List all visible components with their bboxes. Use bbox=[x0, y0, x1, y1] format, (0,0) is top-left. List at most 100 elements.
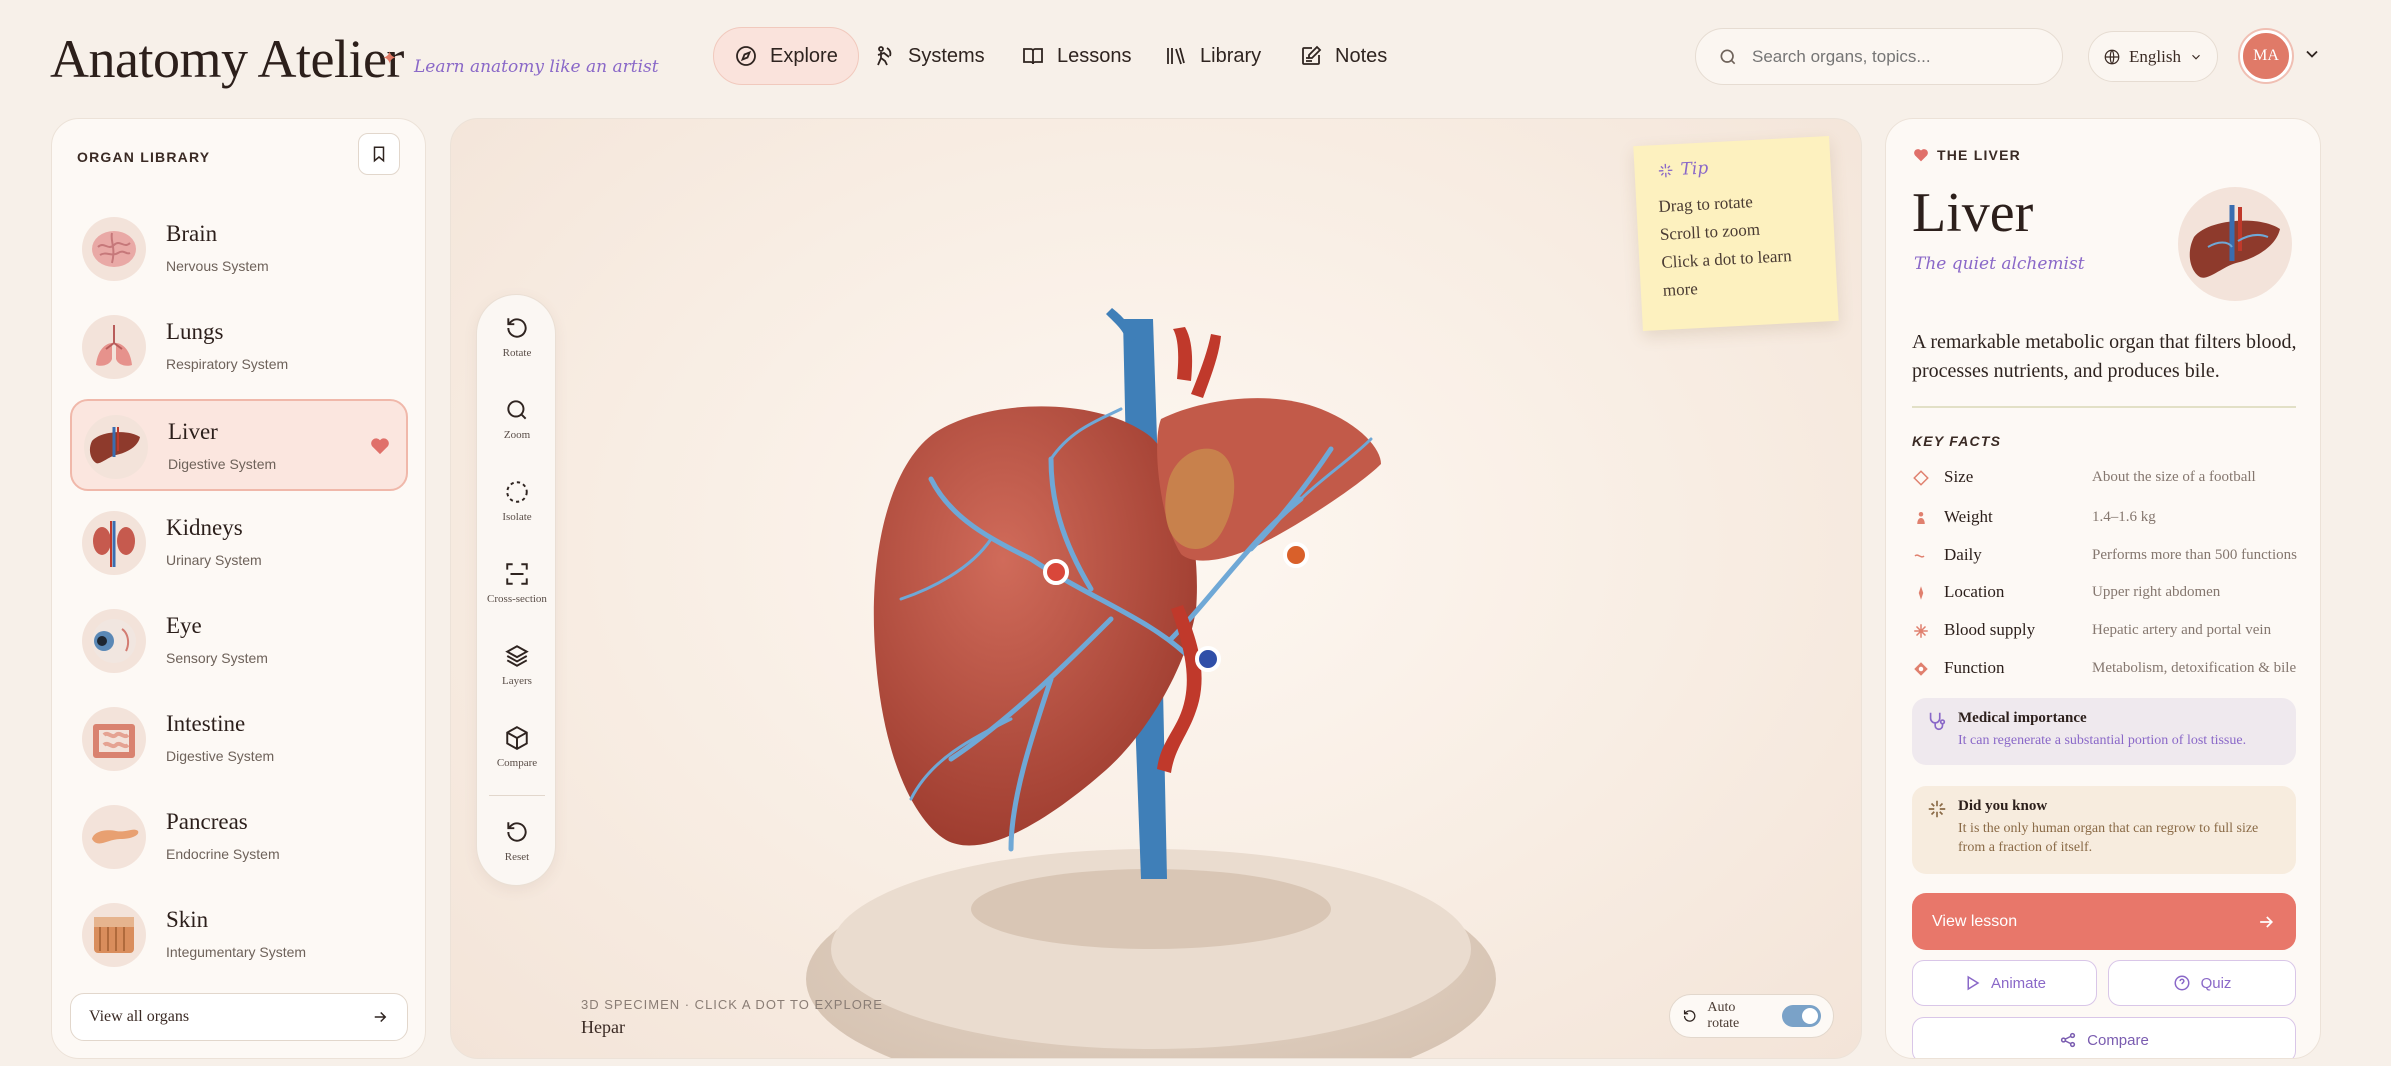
body-icon bbox=[877, 46, 892, 66]
cube-icon bbox=[506, 726, 528, 750]
specimen-name: Hepar bbox=[581, 1017, 625, 1037]
play-icon bbox=[1967, 975, 1980, 991]
chevron-down-icon[interactable] bbox=[2302, 44, 2322, 64]
pin-icon bbox=[1918, 586, 1924, 600]
quiz-label: Quiz bbox=[2200, 974, 2232, 992]
fact-value: 1.4–1.6 kg bbox=[2092, 509, 2156, 525]
tool-label: Cross-section bbox=[487, 593, 547, 605]
header: Anatomy Atelier ✦ Learn anatomy like an … bbox=[0, 0, 2391, 115]
hotspot-blue[interactable] bbox=[1195, 646, 1221, 672]
rotate-icon bbox=[507, 318, 527, 338]
tip-lines: Drag to rotate Scroll to zoom Click a do… bbox=[1658, 185, 1816, 305]
nav-label: Notes bbox=[1335, 44, 1388, 67]
fact-key: Blood supply bbox=[1944, 620, 2036, 639]
view-all-organs-button[interactable]: View all organs bbox=[70, 993, 408, 1041]
organ-item-skin[interactable]: Skin Integumentary System bbox=[70, 889, 408, 981]
organ-system: Respiratory System bbox=[166, 356, 289, 372]
callout-title: Medical importance bbox=[1958, 710, 2087, 726]
key-facts-title: KEY FACTS bbox=[1912, 433, 2002, 449]
organ-item-kidneys[interactable]: Kidneys Urinary System bbox=[70, 497, 408, 589]
tool-compare[interactable]: Compare bbox=[477, 707, 557, 787]
quiz-button[interactable]: Quiz bbox=[2108, 960, 2296, 1006]
compass-icon bbox=[736, 46, 756, 66]
animate-label: Animate bbox=[1990, 974, 2047, 992]
organ-detail-panel: THE LIVER Liver The quiet alchemist A re… bbox=[1885, 118, 2321, 1059]
organ-item-lungs[interactable]: Lungs Respiratory System bbox=[70, 301, 408, 393]
blood-drop-icon bbox=[1914, 624, 1928, 638]
toolbar-divider bbox=[489, 795, 545, 796]
nav-systems[interactable]: Systems bbox=[852, 27, 1005, 85]
compare-label: Compare bbox=[2087, 1031, 2149, 1049]
auto-rotate-toggle[interactable] bbox=[1782, 1005, 1821, 1027]
nav-lessons[interactable]: Lessons bbox=[1001, 27, 1152, 85]
tip-note: Tip Drag to rotate Scroll to zoom Click … bbox=[1633, 135, 1839, 332]
tip-title: Tip bbox=[1656, 153, 1809, 181]
organ-system: Integumentary System bbox=[166, 944, 307, 960]
eyebrow-text: THE LIVER bbox=[1937, 147, 2021, 163]
fact-key: Daily bbox=[1944, 545, 1982, 564]
fact-blood-supply: Blood supply Hepatic artery and portal v… bbox=[1912, 617, 2302, 647]
organ-item-pancreas[interactable]: Pancreas Endocrine System bbox=[70, 791, 408, 883]
organ-item-liver[interactable]: Liver Digestive System bbox=[70, 399, 408, 491]
avatar-initials: MA bbox=[2253, 47, 2279, 64]
favorite-heart-icon[interactable] bbox=[370, 437, 390, 455]
view-lesson-button[interactable]: View lesson bbox=[1912, 893, 2296, 950]
fact-key: Weight bbox=[1944, 507, 1993, 526]
organ-system: Urinary System bbox=[166, 552, 262, 568]
organ-subtitle: The quiet alchemist bbox=[1914, 254, 2085, 274]
organ-system: Digestive System bbox=[166, 748, 275, 764]
pedestal-shadow bbox=[971, 869, 1331, 949]
bookmark-button[interactable] bbox=[358, 133, 400, 175]
specimen-viewer[interactable]: Rotate Zoom Isolate Cross-section Layers… bbox=[450, 118, 1862, 1059]
compare-button[interactable]: Compare bbox=[1912, 1017, 2296, 1058]
tool-cross-section[interactable]: Cross-section bbox=[477, 543, 557, 623]
auto-rotate-control[interactable]: Auto rotate bbox=[1669, 994, 1834, 1038]
organ-item-eye[interactable]: Eye Sensory System bbox=[70, 595, 408, 687]
nav-label: Systems bbox=[908, 44, 985, 67]
stethoscope-icon bbox=[1929, 712, 1946, 731]
organ-name: Skin bbox=[166, 907, 209, 932]
nav-library[interactable]: Library bbox=[1144, 27, 1281, 85]
tool-rotate[interactable]: Rotate bbox=[477, 297, 557, 377]
hotspot-red[interactable] bbox=[1043, 559, 1069, 585]
nav-explore[interactable]: Explore bbox=[713, 27, 859, 85]
eye-thumbnail bbox=[82, 609, 146, 673]
language-select[interactable]: English bbox=[2088, 31, 2218, 82]
hotspot-orange[interactable] bbox=[1283, 542, 1309, 568]
nav-notes[interactable]: Notes bbox=[1279, 27, 1407, 85]
bookmark-icon bbox=[373, 146, 385, 163]
organ-title: Liver bbox=[1912, 182, 2034, 244]
language-label: English bbox=[2129, 46, 2181, 66]
organ-item-intestine[interactable]: Intestine Digestive System bbox=[70, 693, 408, 785]
avatar[interactable]: MA bbox=[2240, 30, 2292, 82]
note-edit-icon bbox=[1302, 45, 1322, 65]
arrow-right-icon bbox=[2260, 915, 2274, 928]
callout-title: Did you know bbox=[1958, 798, 2048, 814]
search-box[interactable] bbox=[1695, 28, 2063, 85]
share-icon bbox=[2061, 1032, 2076, 1048]
tool-reset[interactable]: Reset bbox=[477, 801, 557, 881]
tagline: Learn anatomy like an artist bbox=[414, 57, 659, 77]
animate-button[interactable]: Animate bbox=[1912, 960, 2097, 1006]
sparkle-icon bbox=[1928, 800, 1946, 818]
sparkle-icon bbox=[1658, 163, 1673, 178]
fact-location: Location Upper right abdomen bbox=[1912, 579, 2302, 609]
tool-layers[interactable]: Layers bbox=[477, 625, 557, 705]
search-input[interactable] bbox=[1752, 46, 2032, 67]
organ-name: Pancreas bbox=[166, 809, 248, 834]
chevron-down-icon bbox=[2192, 54, 2200, 60]
kidneys-thumbnail bbox=[82, 511, 146, 575]
fact-value: About the size of a football bbox=[2092, 469, 2256, 485]
fact-weight: Weight 1.4–1.6 kg bbox=[1912, 504, 2302, 534]
divider bbox=[1912, 406, 2296, 408]
diamond-icon bbox=[1914, 662, 1928, 676]
organ-system: Digestive System bbox=[168, 456, 277, 472]
rotate-icon bbox=[1683, 1010, 1696, 1022]
organ-item-brain[interactable]: Brain Nervous System bbox=[70, 203, 408, 295]
view-lesson-label: View lesson bbox=[1932, 912, 2018, 930]
wave-icon bbox=[1914, 554, 1925, 558]
tool-isolate[interactable]: Isolate bbox=[477, 461, 557, 541]
sparkle-icon: ✦ bbox=[382, 48, 398, 68]
tool-zoom[interactable]: Zoom bbox=[477, 379, 557, 459]
app-logo[interactable]: Anatomy Atelier bbox=[50, 28, 404, 90]
